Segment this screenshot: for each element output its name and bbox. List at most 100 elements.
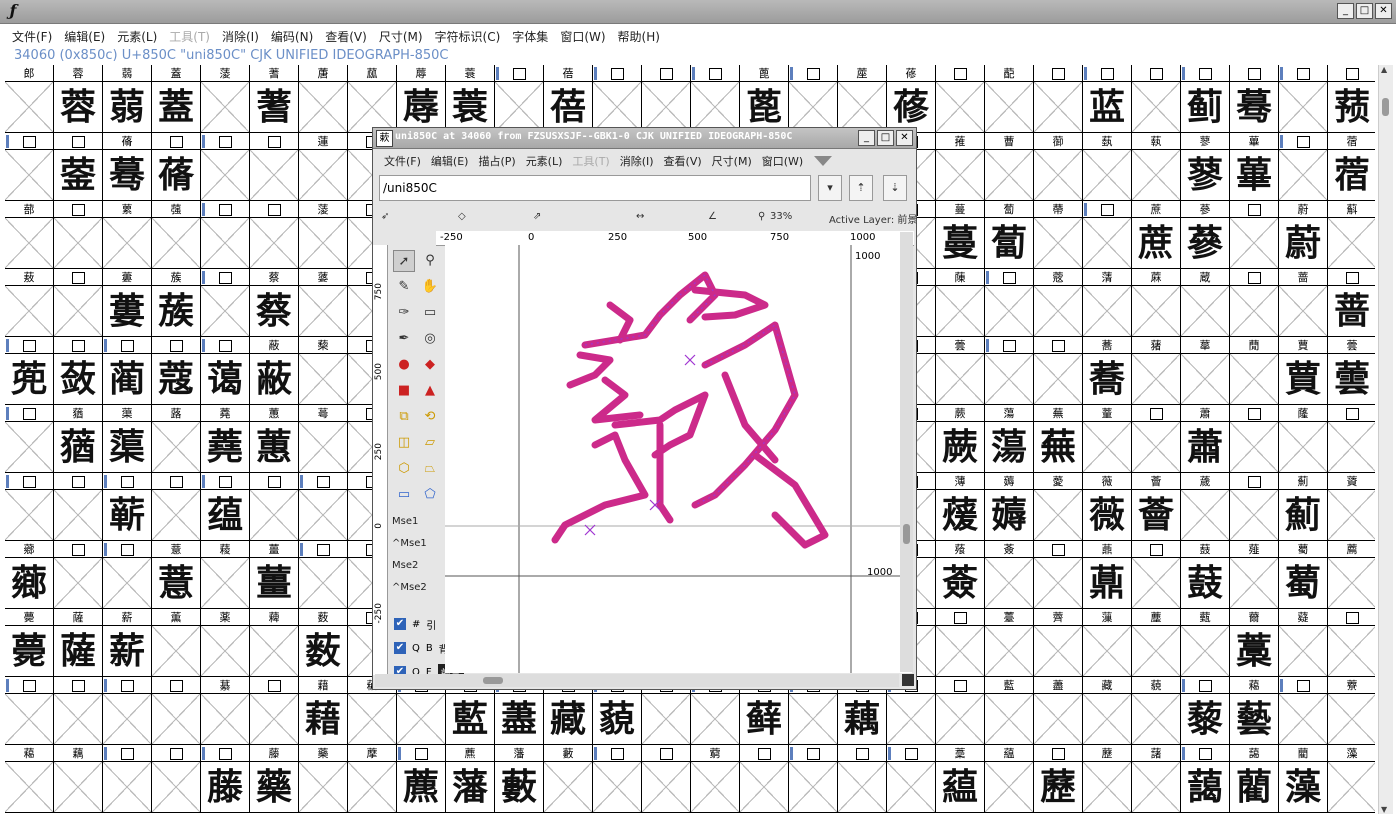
glyph-cell[interactable]: 蓚蓚 bbox=[887, 65, 936, 133]
menu-item[interactable]: 编码(N) bbox=[265, 28, 319, 45]
glyph-cell[interactable]: 蔞蔞 bbox=[103, 269, 152, 337]
glyph-cell[interactable]: 藜 bbox=[1181, 677, 1230, 745]
glyph-cell[interactable]: 藳藴 bbox=[936, 745, 985, 813]
glyph-cell[interactable]: 薅薅 bbox=[985, 473, 1034, 541]
glyph-cell[interactable]: 薤 bbox=[1230, 541, 1279, 609]
glyph-cell[interactable]: 蓖蓖 bbox=[740, 65, 789, 133]
glyph-cell[interactable]: 蔯 bbox=[936, 269, 985, 337]
glyph-cell[interactable]: 薆 bbox=[1034, 473, 1083, 541]
glyph-cell[interactable] bbox=[838, 745, 887, 813]
glyph-cell[interactable]: 蓑蓑 bbox=[446, 65, 495, 133]
glyph-cell[interactable] bbox=[1230, 405, 1279, 473]
glyph-cell[interactable]: 蓨蓦 bbox=[103, 133, 152, 201]
3d-rotate-tool-icon[interactable]: ⬡ bbox=[393, 458, 415, 480]
menu-item[interactable]: 字符标识(C) bbox=[429, 28, 507, 45]
glyph-cell[interactable] bbox=[299, 473, 348, 541]
glyph-edit-canvas[interactable]: 1000 1000 bbox=[445, 245, 912, 673]
glyph-cell[interactable] bbox=[1328, 405, 1375, 473]
glyph-cell[interactable] bbox=[1034, 541, 1083, 609]
grid-scrollbar[interactable]: ▲ ▼ bbox=[1378, 65, 1393, 814]
glyph-cell[interactable]: 蓝 bbox=[1083, 65, 1132, 133]
glyph-cell[interactable]: 藏 bbox=[1083, 677, 1132, 745]
minimize-button[interactable]: _ bbox=[1337, 3, 1354, 19]
glyph-cell[interactable]: 藨 bbox=[397, 745, 446, 813]
skew-tool-icon[interactable]: ▱ bbox=[419, 432, 441, 454]
glyph-cell[interactable]: 薉 bbox=[1181, 473, 1230, 541]
glyph-cell[interactable] bbox=[789, 745, 838, 813]
glyph-cell[interactable]: 藦 bbox=[348, 745, 397, 813]
rotate-tool-icon[interactable]: ⟲ bbox=[419, 406, 441, 428]
tangent-point-icon[interactable]: ▲ bbox=[419, 380, 441, 402]
glyph-cell[interactable]: 藷 bbox=[1132, 745, 1181, 813]
glyph-cell[interactable]: 薇薇 bbox=[1083, 473, 1132, 541]
glyph-cell[interactable]: 薪薪 bbox=[103, 609, 152, 677]
glyph-cell[interactable]: 蓦 bbox=[1230, 65, 1279, 133]
glyph-cell[interactable]: 蓜 bbox=[985, 65, 1034, 133]
glyph-cell[interactable]: 薹 bbox=[985, 609, 1034, 677]
glyph-cell[interactable] bbox=[250, 133, 299, 201]
glyph-cell[interactable]: 蓋蓋 bbox=[152, 65, 201, 133]
glyph-cell[interactable]: 藔 bbox=[1328, 677, 1375, 745]
corner-point-icon[interactable]: ■ bbox=[393, 380, 415, 402]
menu-item[interactable]: 尺寸(M) bbox=[373, 28, 429, 45]
glyph-name-input[interactable]: /uni850C bbox=[379, 175, 811, 201]
glyph-cell[interactable]: 藥 bbox=[299, 745, 348, 813]
glyph-cell[interactable]: 郎 bbox=[5, 65, 54, 133]
glyph-cell[interactable]: 蓙 bbox=[838, 65, 887, 133]
glyph-cell[interactable] bbox=[642, 65, 691, 133]
glyph-cell[interactable]: 蕒蕒 bbox=[1279, 337, 1328, 405]
flip-tool-icon[interactable]: ◫ bbox=[393, 432, 415, 454]
glyph-cell[interactable]: 藎 bbox=[1034, 677, 1083, 745]
cv-close-button[interactable]: ✕ bbox=[896, 130, 913, 146]
glyph-cell[interactable] bbox=[642, 745, 691, 813]
glyph-cell[interactable]: 薐 bbox=[201, 541, 250, 609]
maximize-button[interactable]: □ bbox=[1356, 3, 1373, 19]
glyph-cell[interactable] bbox=[5, 677, 54, 745]
glyph-cell[interactable] bbox=[54, 473, 103, 541]
glyph-cell[interactable] bbox=[5, 473, 54, 541]
glyph-cell[interactable] bbox=[54, 201, 103, 269]
glyph-cell[interactable]: 藤 bbox=[201, 745, 250, 813]
menu-item[interactable]: 字体集 bbox=[506, 28, 554, 45]
canvas-vertical-scrollbar[interactable] bbox=[900, 232, 913, 672]
glyph-cell[interactable] bbox=[54, 677, 103, 745]
glyph-cell[interactable]: 蕭蕭 bbox=[1181, 405, 1230, 473]
glyph-cell[interactable]: 蕕蕕 bbox=[54, 405, 103, 473]
glyph-cell[interactable]: 蕴 bbox=[201, 473, 250, 541]
glyph-cell[interactable]: 蔹 bbox=[54, 337, 103, 405]
glyph-cell[interactable]: 蓟 bbox=[1181, 65, 1230, 133]
hv-curve-point-icon[interactable]: ◆ bbox=[419, 354, 441, 376]
glyph-cell[interactable]: 薋 bbox=[1328, 473, 1375, 541]
glyph-cell[interactable] bbox=[54, 269, 103, 337]
glyph-cell[interactable]: 蔸 bbox=[5, 337, 54, 405]
glyph-cell[interactable]: 藶 bbox=[1083, 745, 1132, 813]
resize-grip-icon[interactable] bbox=[902, 674, 914, 686]
glyph-cell[interactable]: 薞薟 bbox=[936, 541, 985, 609]
glyph-cell[interactable]: 薟 bbox=[985, 541, 1034, 609]
glyph-cell[interactable]: 蕯 bbox=[1279, 405, 1328, 473]
glyph-cell[interactable]: 藄 bbox=[201, 677, 250, 745]
cv-menu-item[interactable]: 消除(I) bbox=[615, 153, 659, 169]
glyph-cell[interactable]: 藩藪 bbox=[495, 745, 544, 813]
glyph-cell[interactable] bbox=[1279, 677, 1328, 745]
menu-item[interactable]: 消除(I) bbox=[216, 28, 265, 45]
menu-item[interactable]: 窗口(W) bbox=[554, 28, 611, 45]
glyph-cell[interactable]: 薾藁 bbox=[1230, 609, 1279, 677]
glyph-cell[interactable] bbox=[936, 677, 985, 745]
menu-item[interactable]: 工具(T) bbox=[163, 28, 216, 45]
glyph-cell[interactable]: 蔃 bbox=[152, 201, 201, 269]
glyph-cell[interactable]: 藴 bbox=[985, 745, 1034, 813]
glyph-cell[interactable]: 藺藻 bbox=[1279, 745, 1328, 813]
glyph-cell[interactable] bbox=[250, 473, 299, 541]
glyph-cell[interactable]: 蔷 bbox=[1279, 269, 1328, 337]
glyph-cell[interactable]: 蓍蓍 bbox=[250, 65, 299, 133]
glyph-cell[interactable] bbox=[299, 541, 348, 609]
menu-item[interactable]: 文件(F) bbox=[6, 28, 58, 45]
glyph-cell[interactable]: 薣薣 bbox=[1181, 541, 1230, 609]
glyph-cell[interactable]: 蓎 bbox=[299, 65, 348, 133]
glyph-cell[interactable]: 蔀 bbox=[5, 201, 54, 269]
glyph-cell[interactable] bbox=[1132, 405, 1181, 473]
glyph-cell[interactable]: 蓨 bbox=[152, 133, 201, 201]
glyph-cell[interactable]: 蕲 bbox=[103, 473, 152, 541]
cv-menu-item[interactable]: 查看(V) bbox=[659, 153, 707, 169]
